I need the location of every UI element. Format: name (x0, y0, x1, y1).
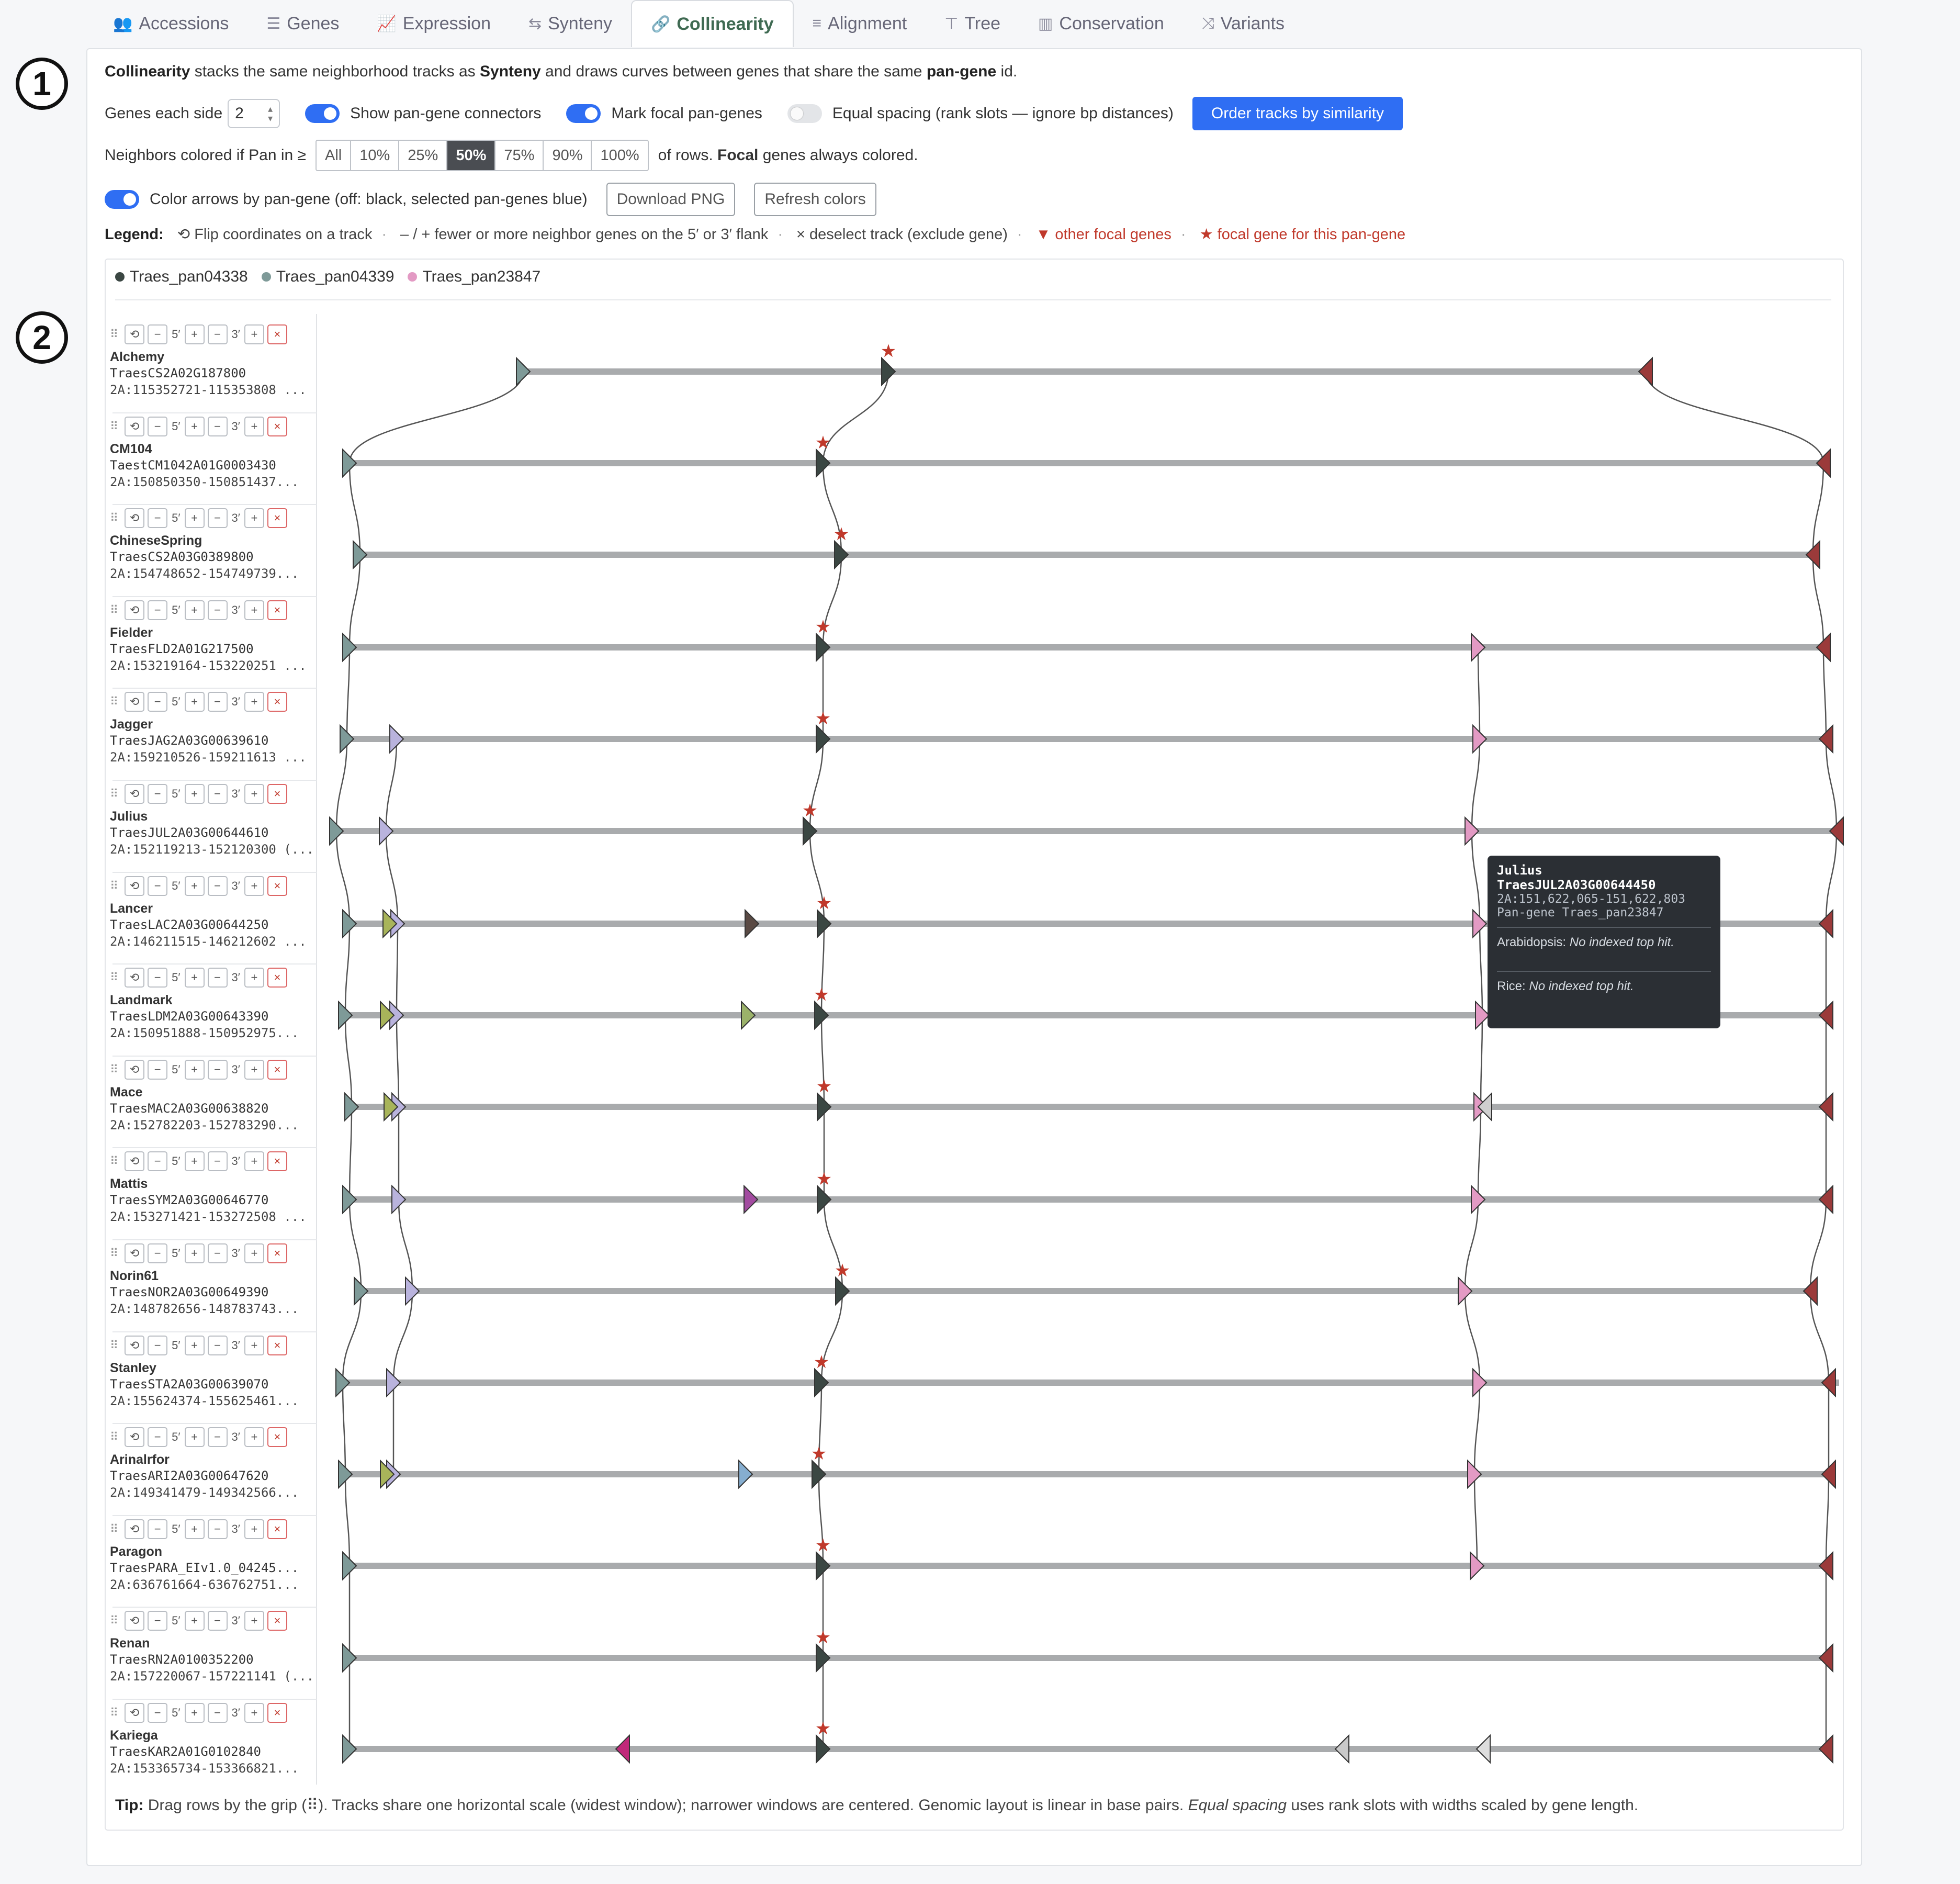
focal-star-icon: ★ (833, 524, 849, 545)
gene-arrow-green[interactable] (741, 1000, 756, 1030)
connector-right (1812, 463, 1824, 555)
tooltip-rice-label: Rice: (1497, 979, 1529, 993)
connector-pan04339 (344, 1474, 351, 1566)
connector-right (1809, 1199, 1827, 1292)
connector-pan04339 (348, 1106, 353, 1200)
connector-pan04339 (348, 1199, 362, 1292)
tooltip-gene: TraesJUL2A03G00644450 (1497, 878, 1656, 892)
gene-arrow-purple[interactable] (744, 1184, 759, 1215)
tip-text-2: uses rank slots with widths scaled by ge… (1287, 1797, 1639, 1814)
focal-star-icon: ★ (881, 341, 896, 362)
connector-right (1825, 1474, 1830, 1566)
connector-pan23847 (1473, 1382, 1481, 1475)
connector-pan04339 (348, 554, 361, 648)
connector-pan23847 (1477, 647, 1481, 739)
connector-lavender (385, 738, 398, 832)
connector-pan23847 (1477, 1106, 1482, 1200)
connector-pan23847 (1479, 923, 1483, 1016)
connector-pan04339 (342, 1382, 346, 1475)
focal-star-icon: ★ (816, 1169, 832, 1190)
focal-star-icon: ★ (814, 984, 829, 1005)
focal-star-icon: ★ (815, 616, 831, 637)
focal-star-icon: ★ (815, 1627, 831, 1648)
focal-star-icon: ★ (815, 708, 831, 729)
tooltip-name: Julius (1497, 863, 1542, 878)
tip-italic: Equal spacing (1188, 1797, 1287, 1814)
connector-right (1825, 831, 1838, 924)
connector-right (1809, 1291, 1830, 1383)
focal-star-icon: ★ (816, 893, 832, 914)
focal-star-icon: ★ (835, 1260, 850, 1281)
connector-pan04339 (335, 738, 348, 832)
connector-lavender (392, 1291, 413, 1383)
tooltip-arabidopsis-value: No indexed top hit. (1569, 935, 1674, 949)
gene-arrow-magenta[interactable] (615, 1734, 630, 1764)
focal-star-icon: ★ (816, 1076, 832, 1097)
connector-pan23847 (1473, 1474, 1478, 1566)
focal-star-icon: ★ (802, 800, 818, 821)
tip-bold: Tip: (115, 1797, 144, 1814)
tooltip-arabidopsis-label: Arabidopsis: (1497, 935, 1570, 949)
focal-star-icon: ★ (815, 1535, 831, 1556)
connector-pan04339 (344, 923, 351, 1016)
connector-pan04339 (346, 647, 351, 739)
gene-arrow-grey[interactable] (1334, 1734, 1349, 1764)
focal-star-icon: ★ (815, 1718, 831, 1739)
gene-arrow-grey[interactable] (1475, 1734, 1491, 1764)
gene-arrow-pan04339[interactable] (516, 356, 531, 387)
tip-text: Tip: Drag rows by the grip (⠿). Tracks s… (115, 1796, 1638, 1814)
tooltip-pangene: Pan-gene Traes_pan23847 (1497, 906, 1664, 919)
connector-lavender (396, 923, 399, 1016)
gene-arrow-blue[interactable] (738, 1459, 753, 1489)
focal-star-icon: ★ (811, 1443, 827, 1464)
tooltip-rice-value: No indexed top hit. (1529, 979, 1634, 993)
connector-pan04339 (348, 463, 361, 555)
connector-lavender (396, 1015, 400, 1107)
connector-pan04339 (348, 371, 524, 464)
tooltip-rice: Rice: No indexed top hit. (1497, 979, 1711, 994)
tip-text-1: Drag rows by the grip (⠿). Tracks share … (143, 1797, 1188, 1814)
connector-right (1644, 371, 1824, 464)
connector-pan04338 (822, 371, 889, 464)
tooltip-arabidopsis: Arabidopsis: No indexed top hit. (1497, 935, 1711, 950)
connector-pan23847 (1480, 1015, 1483, 1107)
connector-right (1812, 554, 1824, 648)
focal-star-icon: ★ (814, 1352, 829, 1373)
connector-pan04339 (344, 1015, 353, 1107)
gene-tooltip: Julius TraesJUL2A03G00644450 2A:151,622,… (1488, 856, 1720, 1028)
connector-lavender (385, 831, 399, 924)
gene-arrow-brown[interactable] (745, 909, 760, 939)
connector-pan04339 (342, 1291, 362, 1383)
focal-star-icon: ★ (815, 432, 831, 453)
tooltip-position: 2A:151,622,065-151,622,803 (1497, 892, 1686, 906)
connector-right (1825, 738, 1838, 832)
connector-right (1822, 647, 1827, 739)
gene-arrow-right[interactable] (1638, 356, 1653, 387)
gene-arrow-focal[interactable] (881, 356, 896, 387)
